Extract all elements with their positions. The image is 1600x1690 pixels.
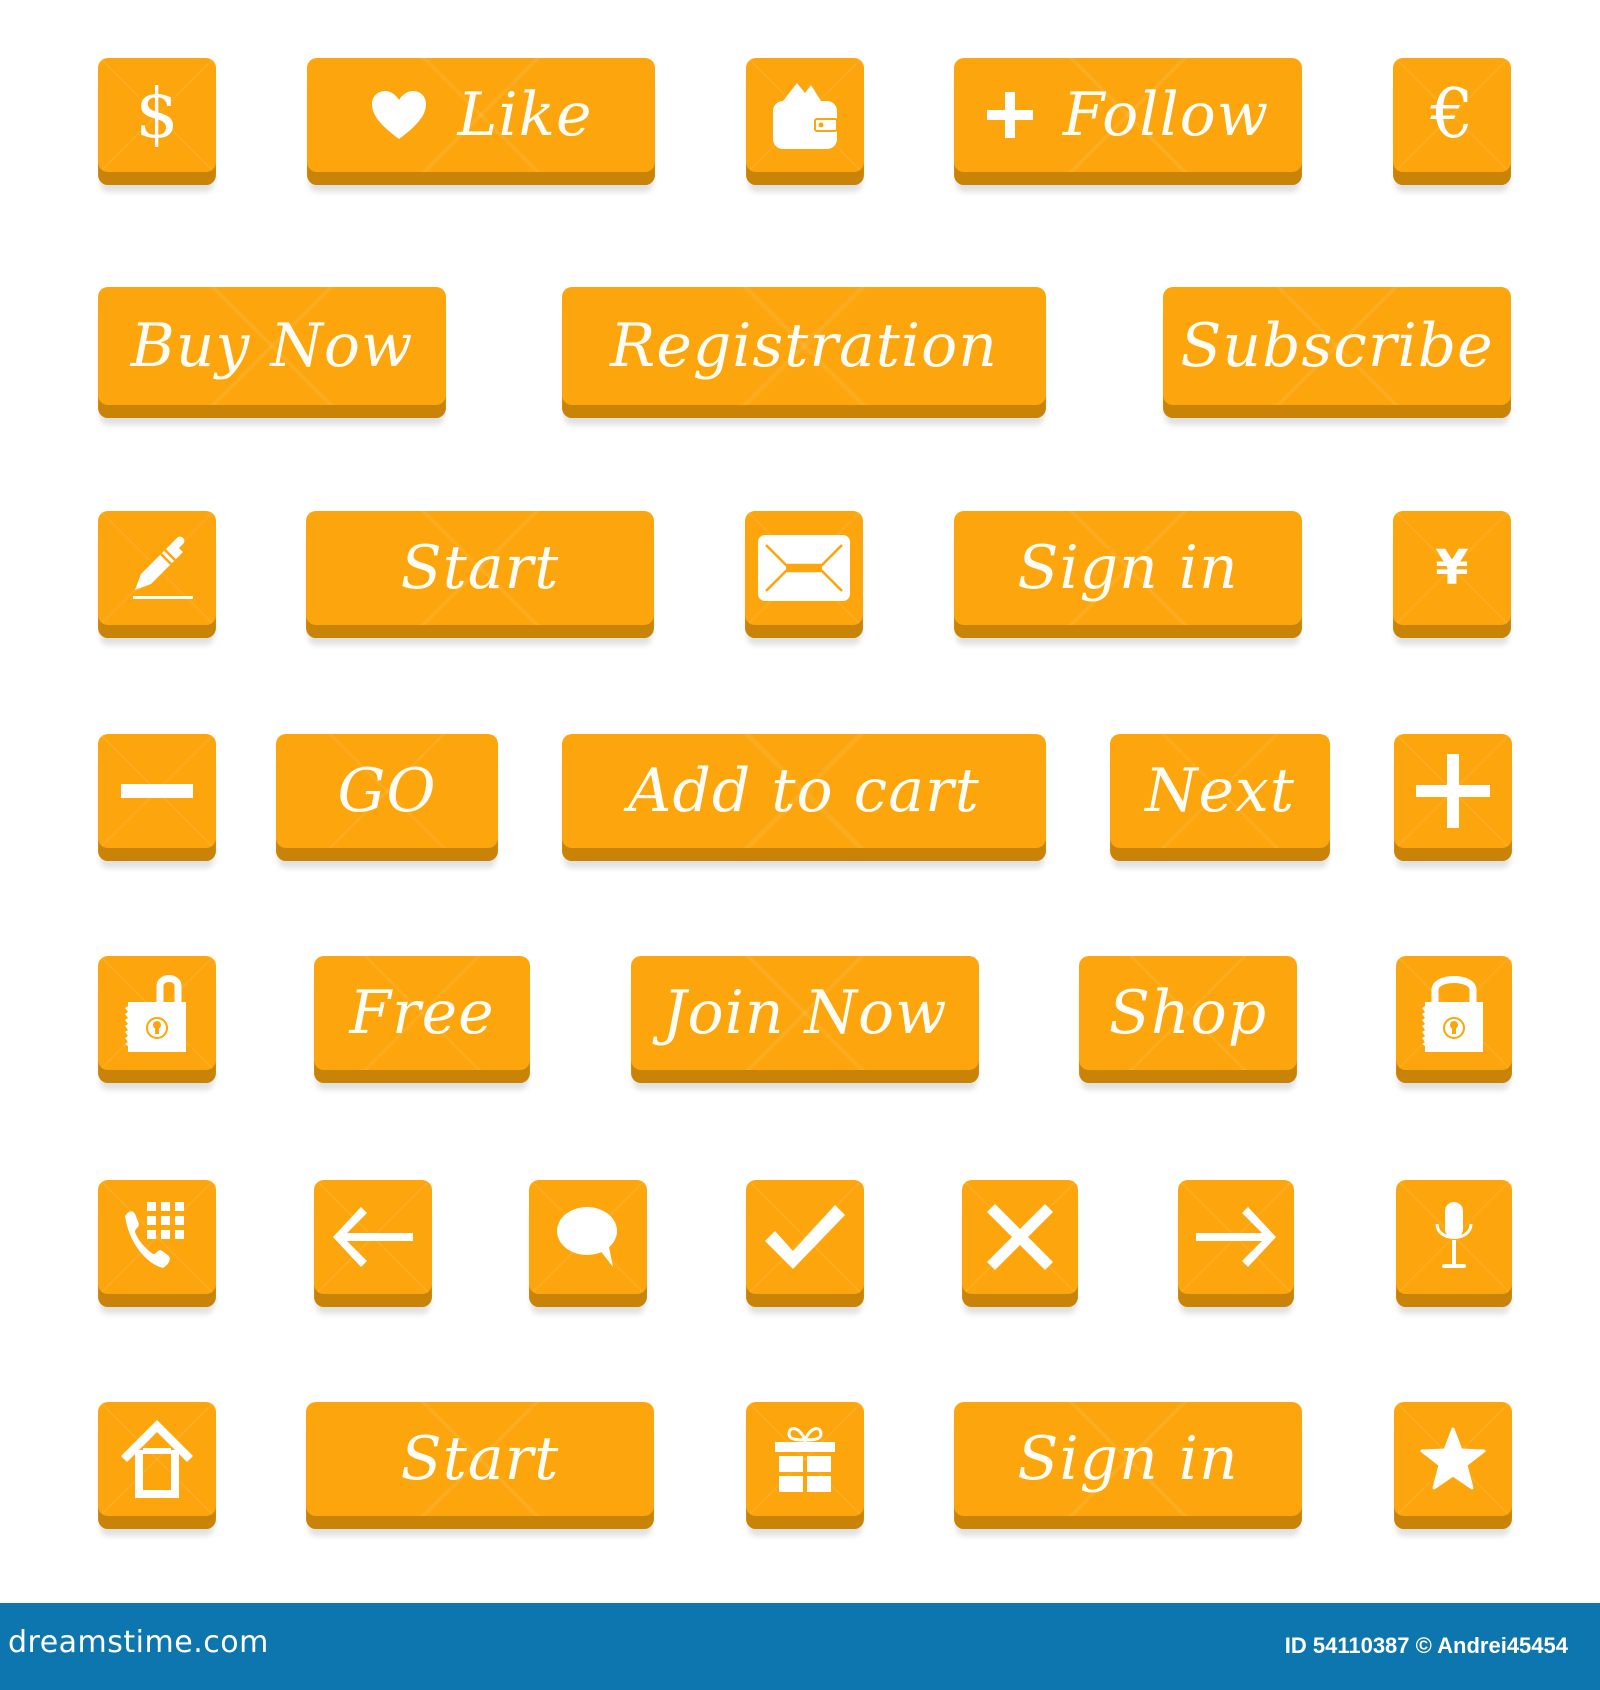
envelope-icon (758, 535, 850, 601)
sign-in-label: Sign in (1017, 533, 1239, 603)
wallet-button[interactable] (746, 58, 864, 172)
plus-icon (1416, 754, 1490, 828)
chat-button[interactable] (529, 1180, 647, 1294)
plus-button[interactable] (1394, 734, 1512, 848)
start-button[interactable]: Start (306, 511, 654, 625)
start-button-2[interactable]: Start (306, 1402, 654, 1516)
buy-now-label: Buy Now (130, 311, 414, 381)
edit-button[interactable] (98, 511, 216, 625)
add-to-cart-label: Add to cart (628, 756, 980, 826)
heart-icon (370, 89, 428, 141)
plus-icon (986, 92, 1033, 138)
home-button[interactable] (98, 1402, 216, 1516)
star-icon (1420, 1427, 1486, 1491)
unlock-button[interactable] (98, 956, 216, 1070)
unlocked-padlock-icon (122, 972, 192, 1054)
speech-bubble-icon (555, 1205, 621, 1269)
dollar-button[interactable]: $ (98, 58, 216, 172)
like-label: Like (457, 80, 593, 150)
gift-icon (775, 1424, 835, 1494)
shop-button[interactable]: Shop (1079, 956, 1297, 1070)
favorite-button[interactable] (1394, 1402, 1512, 1516)
join-now-button[interactable]: Join Now (631, 956, 979, 1070)
yen-button[interactable]: ¥ (1393, 511, 1511, 625)
free-button[interactable]: Free (314, 956, 530, 1070)
euro-button[interactable]: € (1393, 58, 1511, 172)
add-to-cart-button[interactable]: Add to cart (562, 734, 1046, 848)
follow-label: Follow (1062, 80, 1270, 150)
pencil-icon (121, 528, 193, 608)
footer-bar: dreamstime.com ID 54110387 © Andrei45454 (0, 1603, 1600, 1690)
gift-button[interactable] (746, 1402, 864, 1516)
subscribe-button[interactable]: Subscribe (1163, 287, 1511, 405)
yen-icon: ¥ (1435, 540, 1469, 596)
close-button[interactable] (962, 1180, 1078, 1294)
sign-in-button-2[interactable]: Sign in (954, 1402, 1302, 1516)
go-button[interactable]: GO (276, 734, 498, 848)
close-icon (987, 1204, 1053, 1270)
home-icon (121, 1420, 193, 1498)
like-button[interactable]: Like (307, 58, 655, 172)
sign-in-button[interactable]: Sign in (954, 511, 1302, 625)
wallet-icon (771, 79, 839, 151)
phone-button[interactable] (98, 1180, 216, 1294)
lock-button[interactable] (1396, 956, 1512, 1070)
shop-label: Shop (1108, 978, 1268, 1048)
minus-icon (121, 784, 193, 798)
buy-now-button[interactable]: Buy Now (98, 287, 446, 405)
back-button[interactable] (314, 1180, 432, 1294)
join-now-label: Join Now (662, 978, 948, 1048)
start-label-2: Start (400, 1424, 560, 1494)
phone-keypad-icon (121, 1202, 193, 1272)
arrow-right-icon (1196, 1207, 1276, 1267)
mail-button[interactable] (745, 511, 863, 625)
registration-button[interactable]: Registration (562, 287, 1046, 405)
start-label: Start (400, 533, 560, 603)
dollar-icon: $ (135, 75, 179, 154)
microphone-icon (1434, 1202, 1474, 1272)
locked-padlock-icon (1419, 972, 1489, 1054)
checkmark-icon (765, 1205, 845, 1269)
go-label: GO (337, 756, 437, 826)
image-credit: ID 54110387 © Andrei45454 (1284, 1633, 1568, 1658)
subscribe-label: Subscribe (1180, 311, 1494, 381)
minus-button[interactable] (98, 734, 216, 848)
confirm-button[interactable] (746, 1180, 864, 1294)
free-label: Free (349, 978, 495, 1048)
sign-in-label-2: Sign in (1017, 1424, 1239, 1494)
euro-icon: € (1430, 75, 1474, 154)
registration-label: Registration (610, 311, 998, 381)
forward-button[interactable] (1178, 1180, 1294, 1294)
follow-button[interactable]: Follow (954, 58, 1302, 172)
dreamstime-logo[interactable]: dreamstime.com (8, 1625, 269, 1660)
next-button[interactable]: Next (1110, 734, 1330, 848)
next-label: Next (1145, 756, 1295, 826)
microphone-button[interactable] (1396, 1180, 1512, 1294)
arrow-left-icon (333, 1207, 413, 1267)
